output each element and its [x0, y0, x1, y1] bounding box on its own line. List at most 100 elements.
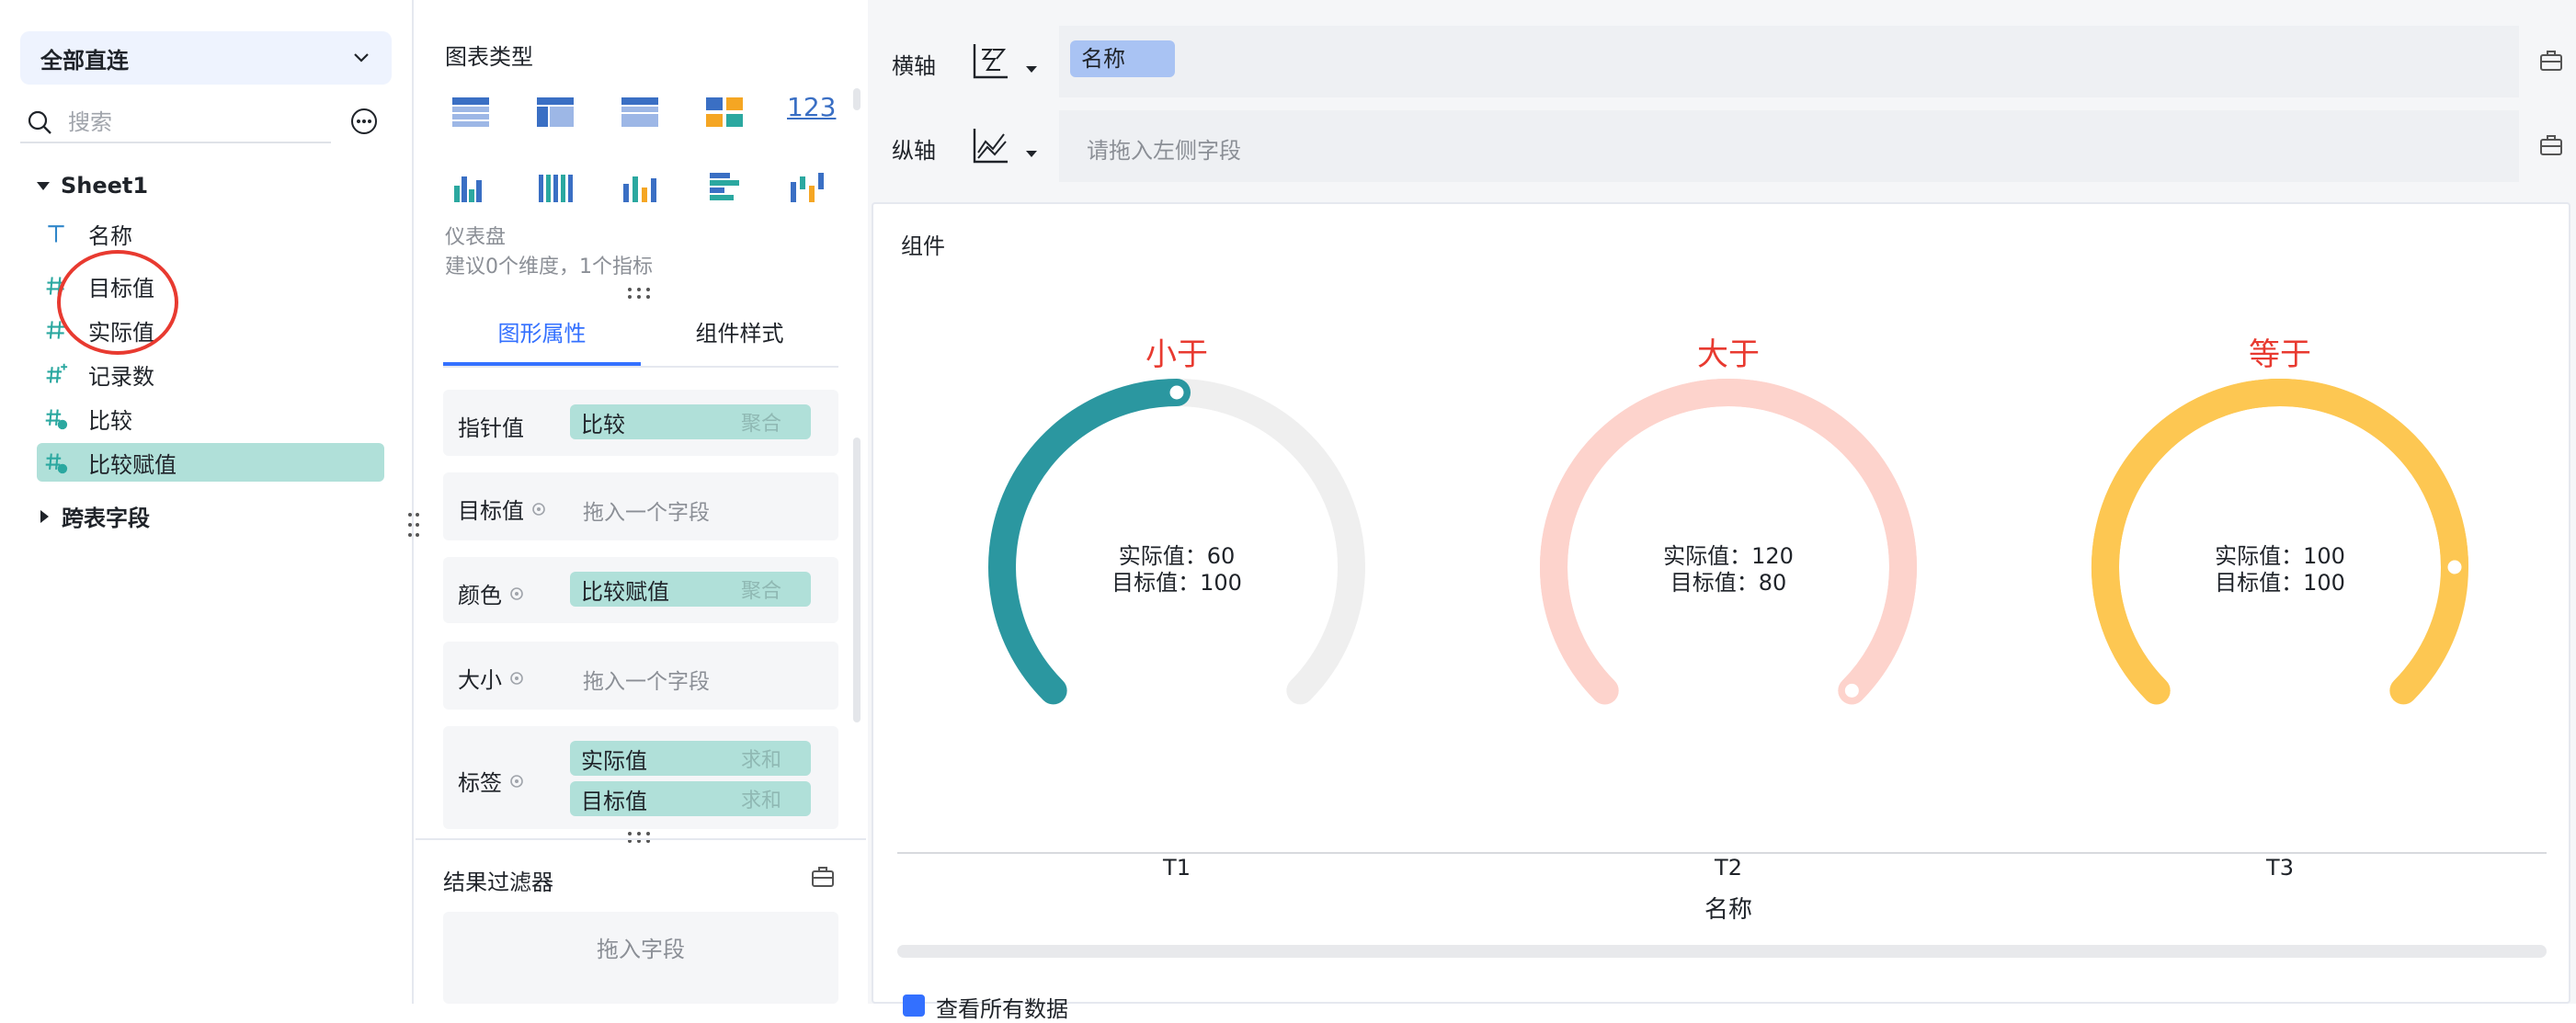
field-label: 比较	[88, 407, 132, 434]
cross-table-label: 跨表字段	[62, 506, 150, 531]
pill-aggregation[interactable]: 聚合	[741, 407, 781, 437]
x-tick-label: T2	[1714, 855, 1742, 881]
caret-down-icon[interactable]	[1026, 151, 1037, 157]
x-axis-type-icon[interactable]	[967, 37, 1015, 85]
section-resize-handle[interactable]	[625, 287, 653, 300]
field-item-record-count[interactable]: 记录数	[42, 355, 382, 393]
prop-size-row[interactable]: 大小 拖入一个字段	[443, 642, 838, 710]
detail-table-icon[interactable]	[450, 94, 491, 131]
calculated-field-icon	[42, 404, 70, 432]
filter-settings-icon[interactable]	[809, 862, 837, 890]
y-axis-type-icon[interactable]	[967, 121, 1015, 169]
gauge-target-label: 目标值：80	[1670, 570, 1787, 596]
x-tick-label: T3	[2265, 855, 2294, 881]
prop-label: 标签	[458, 770, 502, 796]
waterfall-chart-icon[interactable]	[787, 169, 827, 206]
record-count-icon	[42, 360, 70, 388]
drop-hint: 拖入一个字段	[583, 501, 710, 525]
pill-aggregation[interactable]: 聚合	[741, 574, 781, 604]
gauge-title: 等于	[2249, 336, 2311, 373]
field-item-compare[interactable]: 比较	[42, 399, 382, 438]
gauge-value-arc	[1540, 379, 1917, 705]
column-chart-icon[interactable]	[620, 169, 660, 206]
field-item-compare-assign[interactable]: 比较赋值	[37, 443, 384, 482]
prop-label: 大小	[458, 667, 502, 693]
y-axis-settings[interactable]	[2526, 110, 2572, 182]
caret-down-icon[interactable]	[1026, 66, 1037, 73]
x-axis-label: 横轴	[892, 53, 936, 79]
stacked-bar-icon[interactable]	[535, 169, 576, 206]
tab-component-style[interactable]: 组件样式	[641, 303, 838, 366]
datasource-label: 全部直连	[40, 47, 129, 74]
pointer-field-pill[interactable]: 比较 聚合	[570, 404, 811, 439]
cross-table-fields-node[interactable]: 跨表字段	[40, 500, 150, 532]
search-box	[20, 103, 331, 143]
kpi-number-icon[interactable]: 123	[787, 92, 836, 129]
toolbox-icon[interactable]	[2537, 131, 2565, 158]
result-filter-dropzone[interactable]: 拖入字段	[443, 912, 838, 1004]
gear-icon[interactable]	[507, 585, 526, 603]
x-tick-label: T1	[1162, 855, 1191, 881]
prop-label-group: 标签	[458, 765, 526, 797]
grouped-bar-icon[interactable]	[450, 169, 491, 206]
tag-field-pill[interactable]: 实际值 求和	[570, 741, 811, 776]
prop-label-group: 目标值	[458, 493, 548, 525]
prop-label: 指针值	[458, 415, 524, 441]
gauge-chart: 小于实际值：60目标值：100T1大于实际值：120目标值：80T2等于实际值：…	[897, 336, 2547, 924]
cross-table-icon[interactable]	[620, 94, 660, 131]
section-resize-handle[interactable]	[625, 831, 653, 844]
chart-canvas: 组件 小于 实际值：60 目标值：100 T1 大于 实际值：120 目标值：80 T2 等于实…	[872, 202, 2570, 1022]
prop-tags-row: 标签 实际值 求和 目标值 求和	[443, 726, 838, 829]
toolbox-icon[interactable]	[2537, 46, 2565, 74]
expand-triangle-icon	[37, 181, 50, 190]
bar-chart-icon[interactable]	[704, 169, 745, 206]
view-all-data-checkbox[interactable]	[903, 995, 925, 1017]
prop-label-group: 颜色	[458, 577, 526, 609]
y-axis-hint: 请拖入左侧字段	[1087, 138, 1241, 164]
tag-field-pill[interactable]: 目标值 求和	[570, 781, 811, 816]
selected-chart-name: 仪表盘	[445, 226, 507, 249]
chart-types-scrollbar[interactable]	[853, 88, 861, 110]
tab-graphic-properties[interactable]: 图形属性	[443, 303, 641, 366]
properties-scrollbar[interactable]	[853, 438, 861, 722]
prop-color-row: 颜色 比较赋值 聚合	[443, 557, 838, 623]
field-item-name[interactable]: 名称	[42, 214, 382, 253]
prop-label: 颜色	[458, 583, 502, 608]
x-axis-settings[interactable]	[2526, 26, 2572, 97]
color-field-pill[interactable]: 比较赋值 聚合	[570, 572, 811, 607]
y-axis-shelf: 纵轴 请拖入左侧字段	[875, 110, 2572, 182]
pill-label: 目标值	[581, 788, 647, 814]
gauge-target-label: 目标值：100	[2215, 570, 2345, 596]
more-options-icon[interactable]	[349, 107, 379, 136]
x-axis-title: 名称	[1704, 896, 1752, 924]
x-axis-field-pill[interactable]: 名称	[1070, 40, 1175, 77]
y-axis-dropzone[interactable]: 请拖入左侧字段	[1059, 110, 2519, 182]
gauge-pointer-dot	[2443, 555, 2467, 579]
dashboard-mixed-icon[interactable]	[704, 94, 745, 131]
gauge-title: 小于	[1146, 336, 1208, 373]
chart-horizontal-scrollbar[interactable]	[897, 945, 2547, 958]
x-axis-shelf: 横轴 名称	[875, 26, 2572, 97]
chart-type-title: 图表类型	[445, 44, 533, 70]
table-node-sheet1[interactable]: Sheet1	[37, 173, 148, 199]
pill-label: 比较赋值	[581, 578, 669, 605]
divider	[416, 838, 866, 840]
gauge-target-label: 目标值：100	[1111, 570, 1242, 596]
field-label: 名称	[88, 222, 132, 249]
datasource-select[interactable]: 全部直连	[20, 31, 392, 85]
grouped-table-icon[interactable]	[535, 94, 576, 131]
pill-aggregation[interactable]: 求和	[741, 744, 781, 773]
text-type-icon	[42, 220, 70, 247]
prop-label: 目标值	[458, 498, 524, 524]
annotation-circle	[57, 250, 178, 355]
pill-label: 比较	[581, 411, 625, 438]
prop-pointer-row: 指针值 比较 聚合	[443, 390, 838, 456]
search-input[interactable]	[68, 109, 307, 135]
pill-aggregation[interactable]: 求和	[741, 784, 781, 813]
x-axis-dropzone[interactable]: 名称	[1059, 26, 2519, 97]
gear-icon[interactable]	[507, 772, 526, 790]
gear-icon[interactable]	[507, 669, 526, 688]
prop-target-row[interactable]: 目标值 拖入一个字段	[443, 472, 838, 540]
gear-icon[interactable]	[530, 500, 548, 518]
chevron-down-icon	[354, 53, 369, 63]
